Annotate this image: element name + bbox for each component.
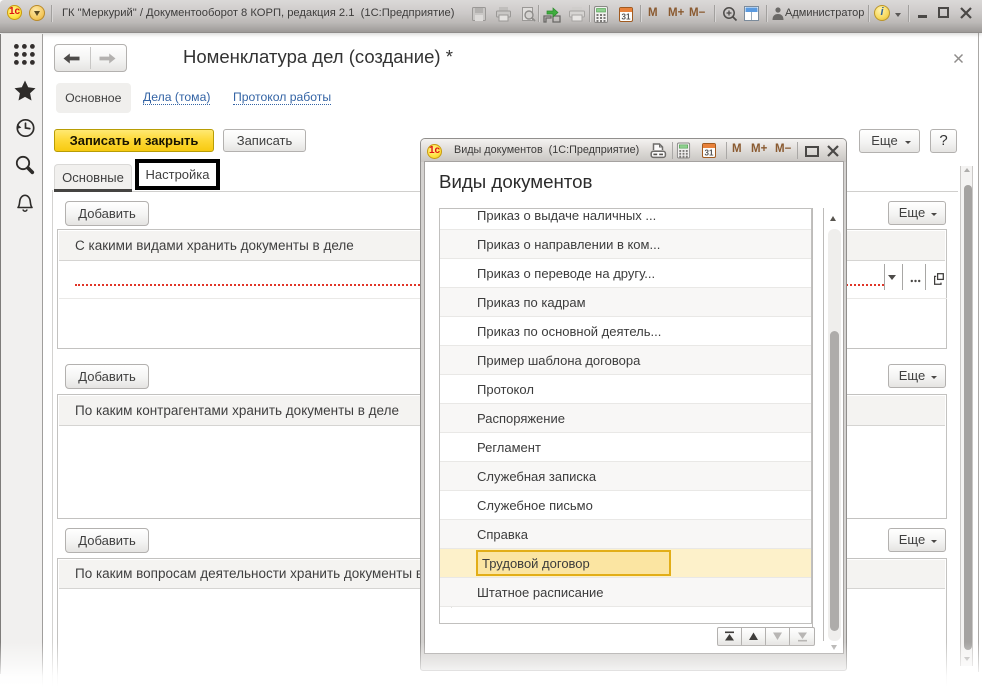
svg-text:31: 31: [705, 149, 714, 158]
svg-text:31: 31: [622, 13, 631, 22]
